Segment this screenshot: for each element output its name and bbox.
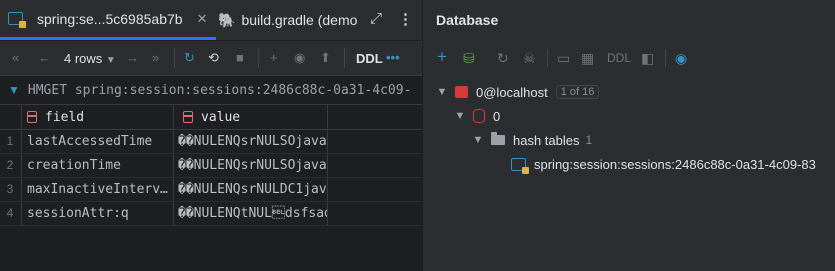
table-row[interactable]: 4 sessionAttr:q ��NULENQtNULdsfsad <box>0 202 422 226</box>
more-horizontal-icon[interactable]: ••• <box>386 50 400 65</box>
column-label: field <box>45 109 85 125</box>
toolbar-divider <box>344 48 345 68</box>
table-row[interactable]: 3 maxInactiveInterv… ��NULENQsrNULDC1jav <box>0 178 422 202</box>
previous-page-icon[interactable]: ← <box>38 50 51 65</box>
disconnect-icon[interactable]: ☠ <box>523 50 536 67</box>
toolbar-divider <box>665 49 666 67</box>
chevron-down-icon: ▼ <box>454 110 466 122</box>
database-count-badge[interactable]: 1 of 16 <box>555 85 600 99</box>
database-icon <box>473 109 485 123</box>
first-page-icon[interactable]: « <box>12 50 19 65</box>
table-row[interactable]: 2 creationTime ��NULENQsrNULSOjava <box>0 154 422 178</box>
last-page-icon[interactable]: » <box>152 50 159 65</box>
tab-build-gradle[interactable]: 🐘 build.gradle (demo <box>210 0 365 40</box>
query-text[interactable]: HMGET spring:session:sessions:2486c88c-0… <box>28 83 422 98</box>
key-label: spring:session:sessions:2486c88c-0a31-4c… <box>534 156 816 172</box>
column-icon <box>27 111 37 123</box>
tree-node-session-key[interactable]: spring:session:sessions:2486c88c-0a31-4c… <box>511 153 833 175</box>
result-grid: field value 1 lastAccessedTime ��NULENQs… <box>0 105 422 226</box>
value-cell[interactable]: ��NULENQsrNULSOjava <box>175 154 328 177</box>
grid-header: field value <box>0 105 422 130</box>
rows-count-label: 4 rows <box>64 51 103 66</box>
view-icon[interactable]: ◉ <box>294 50 305 66</box>
tree-node-hash-tables[interactable]: ▼ hash tables 1 <box>471 129 592 151</box>
tab-label: spring:se...5c6985ab7b <box>37 10 183 27</box>
tab-label: build.gradle (demo <box>241 12 358 28</box>
row-number: 1 <box>6 134 14 148</box>
submit-icon[interactable]: ⬆ <box>320 50 331 66</box>
row-number: 4 <box>6 206 14 220</box>
field-cell[interactable]: lastAccessedTime <box>21 130 174 153</box>
editor-tab-bar: spring:se...5c6985ab7b ✕ 🐘 build.gradle … <box>0 0 422 41</box>
hash-table-icon <box>8 12 26 28</box>
history-icon[interactable]: ⟲ <box>208 50 219 66</box>
panel-title: Database <box>436 12 499 28</box>
database-label: 0 <box>493 108 501 124</box>
database-panel: Database + ⛁ ↻ ☠ ▭ ▦ DDL ◧ ◉ ▼ 0@localho… <box>422 0 835 271</box>
tree-node-connection[interactable]: ▼ 0@localhost 1 of 16 <box>435 81 600 103</box>
view-options-icon[interactable]: ◉ <box>675 50 687 67</box>
column-icon <box>183 111 193 123</box>
result-toolbar: « ← 4 rows ▼ → » ↻ ⟲ ■ + ◉ ⬆ DDL ••• <box>0 41 422 76</box>
query-filter-bar[interactable]: ▼ HMGET spring:session:sessions:2486c88c… <box>0 76 422 105</box>
chevron-down-icon: ▼ <box>472 134 484 146</box>
table-row[interactable]: 1 lastAccessedTime ��NULENQsrNULSOjava <box>0 130 422 154</box>
filter-icon: ▼ <box>8 83 20 97</box>
column-label: value <box>201 109 241 125</box>
refresh-icon[interactable]: ↻ <box>497 50 509 67</box>
redis-icon <box>455 86 468 98</box>
refresh-icon[interactable]: ↻ <box>184 50 195 66</box>
expand-icon[interactable]: ⤢ <box>370 10 382 27</box>
folder-icon <box>491 132 505 145</box>
row-number: 2 <box>6 158 14 172</box>
field-cell[interactable]: creationTime <box>21 154 174 177</box>
column-header-value[interactable]: value <box>175 105 328 129</box>
value-cell[interactable]: ��NULENQsrNULDC1jav <box>175 178 328 201</box>
database-toolbar: + ⛁ ↻ ☠ ▭ ▦ DDL ◧ ◉ <box>423 41 835 75</box>
ddl-button[interactable]: DDL <box>607 51 631 65</box>
table-editor-icon[interactable]: ▦ <box>581 50 594 67</box>
tree-node-database[interactable]: ▼ 0 <box>453 105 501 127</box>
item-count: 1 <box>585 133 593 147</box>
stop-icon[interactable]: ■ <box>236 50 244 65</box>
connection-label: 0@localhost <box>476 84 548 100</box>
tab-session-hash[interactable]: spring:se...5c6985ab7b ✕ <box>0 0 216 40</box>
gradle-elephant-icon: 🐘 <box>218 11 236 28</box>
folder-label: hash tables <box>513 132 580 148</box>
value-cell[interactable]: ��NULENQsrNULSOjava <box>175 130 328 153</box>
toolbar-divider <box>174 48 175 68</box>
field-cell[interactable]: maxInactiveInterv… <box>21 178 174 201</box>
row-number: 3 <box>6 182 14 196</box>
field-cell[interactable]: sessionAttr:q <box>21 202 174 225</box>
next-page-icon[interactable]: → <box>126 50 139 65</box>
rows-count-selector[interactable]: 4 rows ▼ <box>64 51 116 66</box>
value-cell[interactable]: ��NULENQtNULdsfsad <box>175 202 328 225</box>
data-source-properties-icon[interactable]: ⛁ <box>463 50 475 67</box>
jump-to-editor-icon[interactable]: ◧ <box>641 50 654 67</box>
close-icon[interactable]: ✕ <box>197 11 208 27</box>
column-header-field[interactable]: field <box>21 105 174 129</box>
toolbar-divider <box>258 48 259 68</box>
ddl-button[interactable]: DDL <box>356 51 383 66</box>
chevron-down-icon: ▼ <box>436 86 448 98</box>
chevron-down-icon: ▼ <box>105 55 116 66</box>
add-row-icon[interactable]: + <box>270 50 278 65</box>
add-icon[interactable]: + <box>437 47 447 67</box>
more-vertical-icon[interactable]: ⋮ <box>398 10 413 28</box>
toolbar-divider <box>547 49 548 67</box>
editor-pane: spring:se...5c6985ab7b ✕ 🐘 build.gradle … <box>0 0 422 271</box>
console-icon[interactable]: ▭ <box>557 50 570 67</box>
hash-table-icon <box>511 157 529 174</box>
